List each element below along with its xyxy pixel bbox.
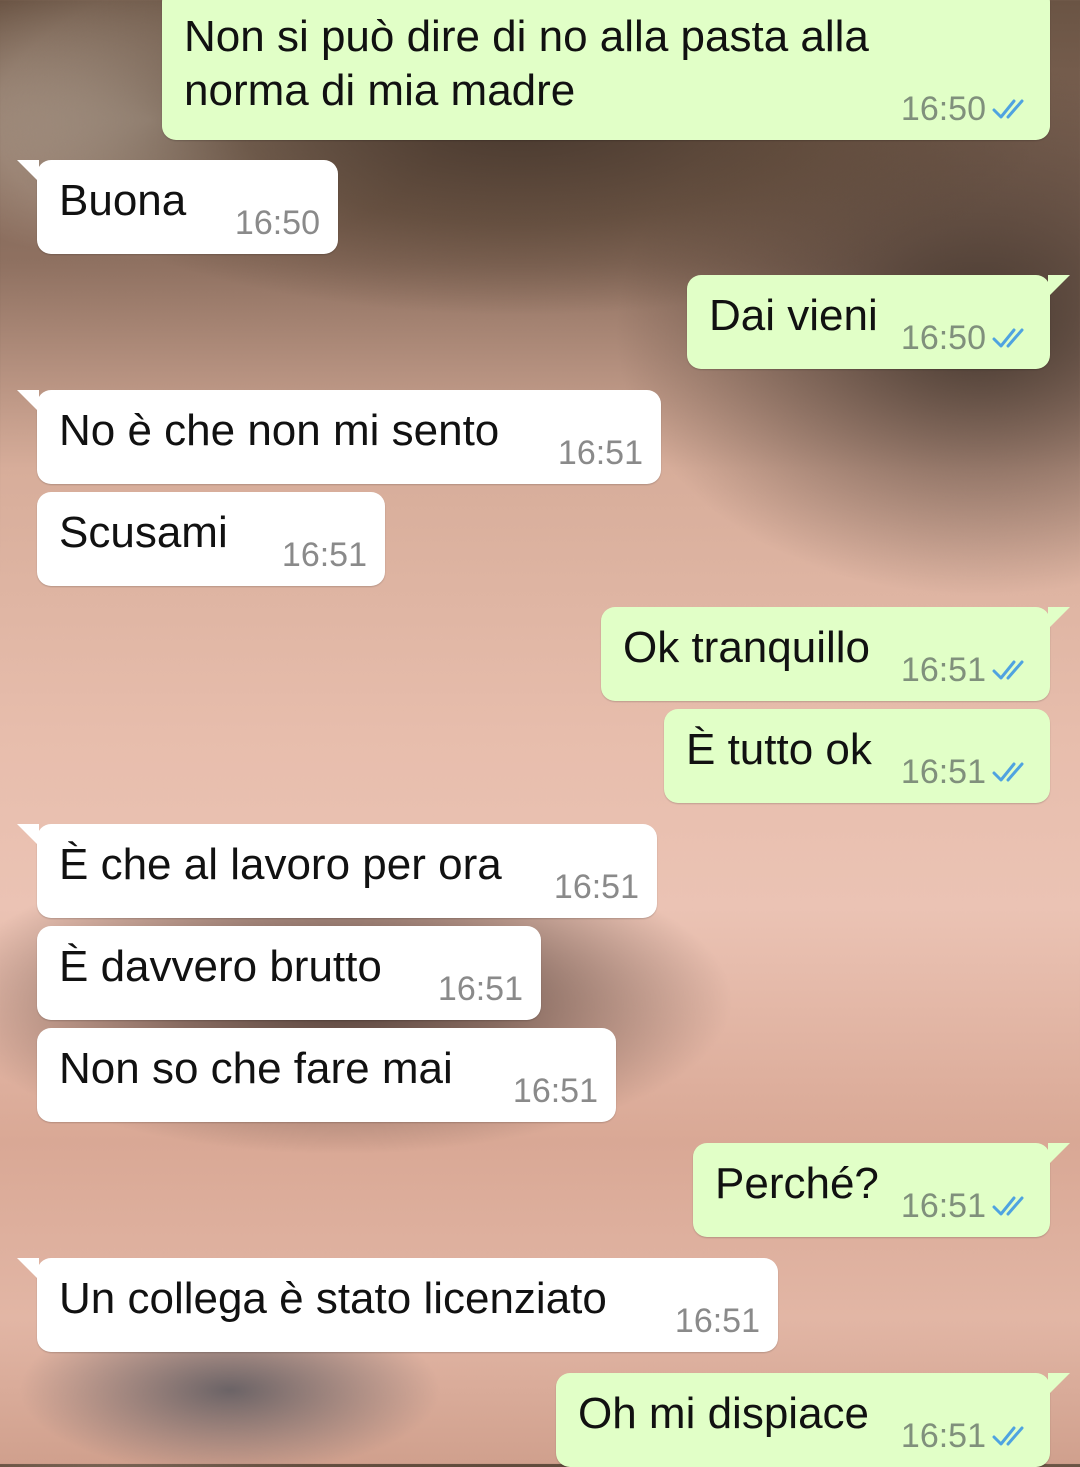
message-text: Perché? (715, 1159, 879, 1208)
message-meta: 16:50 (235, 204, 320, 242)
message-text: Dai vieni (709, 291, 878, 340)
message-timestamp: 16:51 (900, 1417, 986, 1455)
message-outgoing[interactable]: È tutto ok 16:51 (664, 709, 1050, 803)
message-timestamp: 16:51 (900, 651, 986, 689)
message-meta: 16:51 (675, 1302, 760, 1340)
message-timestamp: 16:51 (900, 753, 986, 791)
message-text: Un collega è stato licenziato (59, 1274, 607, 1323)
message-incoming[interactable]: Non so che fare mai 16:51 (37, 1028, 616, 1122)
message-text: Oh mi dispiace (578, 1389, 870, 1438)
message-timestamp: 16:51 (281, 536, 367, 574)
message-outgoing[interactable]: Dai vieni 16:50 (687, 275, 1070, 369)
message-outgoing[interactable]: Perché? 16:51 (693, 1143, 1070, 1237)
message-meta: 16:51 (513, 1072, 598, 1110)
message-text: È tutto ok (686, 725, 872, 774)
double-check-read-icon (992, 328, 1024, 348)
message-meta: 16:51 (901, 651, 1032, 689)
message-incoming[interactable]: No è che non mi sento 16:51 (17, 390, 661, 484)
message-text-line: Non si può dire di no alla pasta alla (184, 12, 869, 61)
message-incoming[interactable]: Un collega è stato licenziato 16:51 (17, 1258, 778, 1352)
double-check-read-icon (992, 660, 1024, 680)
message-text: Non si può dire di no alla pasta alla no… (184, 10, 869, 118)
message-timestamp: 16:51 (674, 1302, 760, 1340)
double-check-read-icon (992, 762, 1024, 782)
double-check-read-icon (992, 99, 1024, 119)
message-incoming[interactable]: È davvero brutto 16:51 (37, 926, 541, 1020)
message-text: Ok tranquillo (623, 623, 871, 672)
message-text: No è che non mi sento (59, 406, 500, 455)
message-meta: 16:51 (282, 536, 367, 574)
message-outgoing[interactable]: Non si può dire di no alla pasta alla no… (162, 0, 1050, 140)
message-incoming[interactable]: Buona 16:50 (17, 160, 338, 254)
message-timestamp: 16:51 (512, 1072, 598, 1110)
message-outgoing[interactable]: Ok tranquillo 16:51 (601, 607, 1070, 701)
message-meta: 16:50 (901, 319, 1032, 357)
message-meta: 16:51 (438, 970, 523, 1008)
message-timestamp: 16:51 (900, 1187, 986, 1225)
message-incoming[interactable]: Scusami 16:51 (37, 492, 385, 586)
message-timestamp: 16:50 (234, 204, 320, 242)
message-meta: 16:51 (901, 1417, 1032, 1455)
message-text-line: norma di mia madre (184, 66, 576, 115)
double-check-read-icon (992, 1196, 1024, 1216)
double-check-read-icon (992, 1426, 1024, 1446)
message-timestamp: 16:50 (900, 90, 986, 128)
message-meta: 16:51 (554, 868, 639, 906)
message-timestamp: 16:51 (557, 434, 643, 472)
message-incoming[interactable]: È che al lavoro per ora 16:51 (17, 824, 657, 918)
message-text: È che al lavoro per ora (59, 840, 502, 889)
message-outgoing[interactable]: Oh mi dispiace 16:51 (556, 1373, 1070, 1467)
message-meta: 16:51 (901, 753, 1032, 791)
message-text: È davvero brutto (59, 942, 382, 991)
message-text: Buona (59, 176, 187, 225)
message-timestamp: 16:50 (900, 319, 986, 357)
message-timestamp: 16:51 (437, 970, 523, 1008)
message-meta: 16:51 (558, 434, 643, 472)
message-text: Scusami (59, 508, 228, 557)
message-timestamp: 16:51 (553, 868, 639, 906)
message-meta: 16:51 (901, 1187, 1032, 1225)
message-text: Non so che fare mai (59, 1044, 453, 1093)
chat-feed: Non si può dire di no alla pasta alla no… (0, 0, 1080, 1467)
message-meta: 16:50 (901, 90, 1032, 128)
